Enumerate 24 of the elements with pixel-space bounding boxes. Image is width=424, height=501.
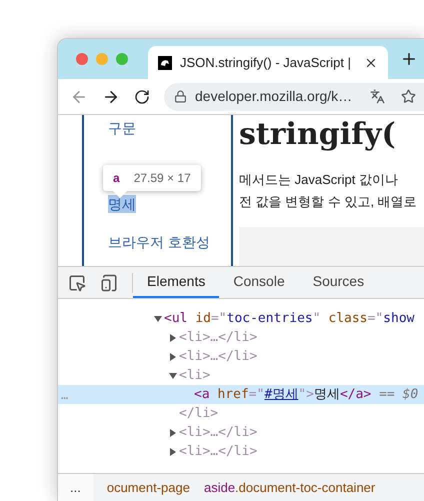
breadcrumb[interactable]: aside.document-toc-container bbox=[204, 478, 376, 498]
tooltip-size: 27.59 × 17 bbox=[134, 170, 191, 187]
element-node[interactable]: <a href="#명세">명세</a> == $0 bbox=[194, 384, 418, 404]
breadcrumbs-menu-button[interactable]: ... bbox=[58, 474, 93, 501]
closing-tag: </li> bbox=[179, 404, 218, 424]
description-text: 메서드는 JavaScript 값이나 bbox=[239, 171, 399, 189]
devtools-tab[interactable]: Elements bbox=[133, 267, 220, 298]
devtools-tab[interactable]: Console bbox=[219, 267, 299, 298]
breadcrumb[interactable]: ocument-page bbox=[106, 478, 190, 498]
toc-link[interactable]: 명세 bbox=[108, 195, 136, 213]
toc-link[interactable]: 브라우저 호환성 bbox=[108, 233, 210, 251]
tab-title: JSON.stringify() - JavaScript | bbox=[180, 54, 352, 72]
href-link[interactable]: #명세 bbox=[264, 386, 298, 402]
tree-row[interactable]: … <a href="#명세">명세</a> == $0 bbox=[58, 385, 424, 404]
browser-tab[interactable]: JSON.stringify() - JavaScript | bbox=[148, 46, 388, 79]
url-text: developer.mozilla.org/k… bbox=[195, 87, 352, 106]
tooltip-tag: a bbox=[113, 169, 120, 187]
toc-link[interactable]: 구문 bbox=[108, 119, 136, 137]
description-text: 전 값을 변형할 수 있고, 배열로 bbox=[239, 193, 418, 211]
address-bar[interactable]: developer.mozilla.org/k… bbox=[164, 82, 424, 110]
devtools-tab[interactable]: Sources bbox=[298, 267, 378, 298]
tree-row[interactable]: <ul id="toc-entries" class="show bbox=[58, 309, 424, 328]
element-node[interactable]: <ul id="toc-entries" class="show bbox=[164, 308, 414, 328]
page-heading: stringify( bbox=[239, 116, 397, 154]
